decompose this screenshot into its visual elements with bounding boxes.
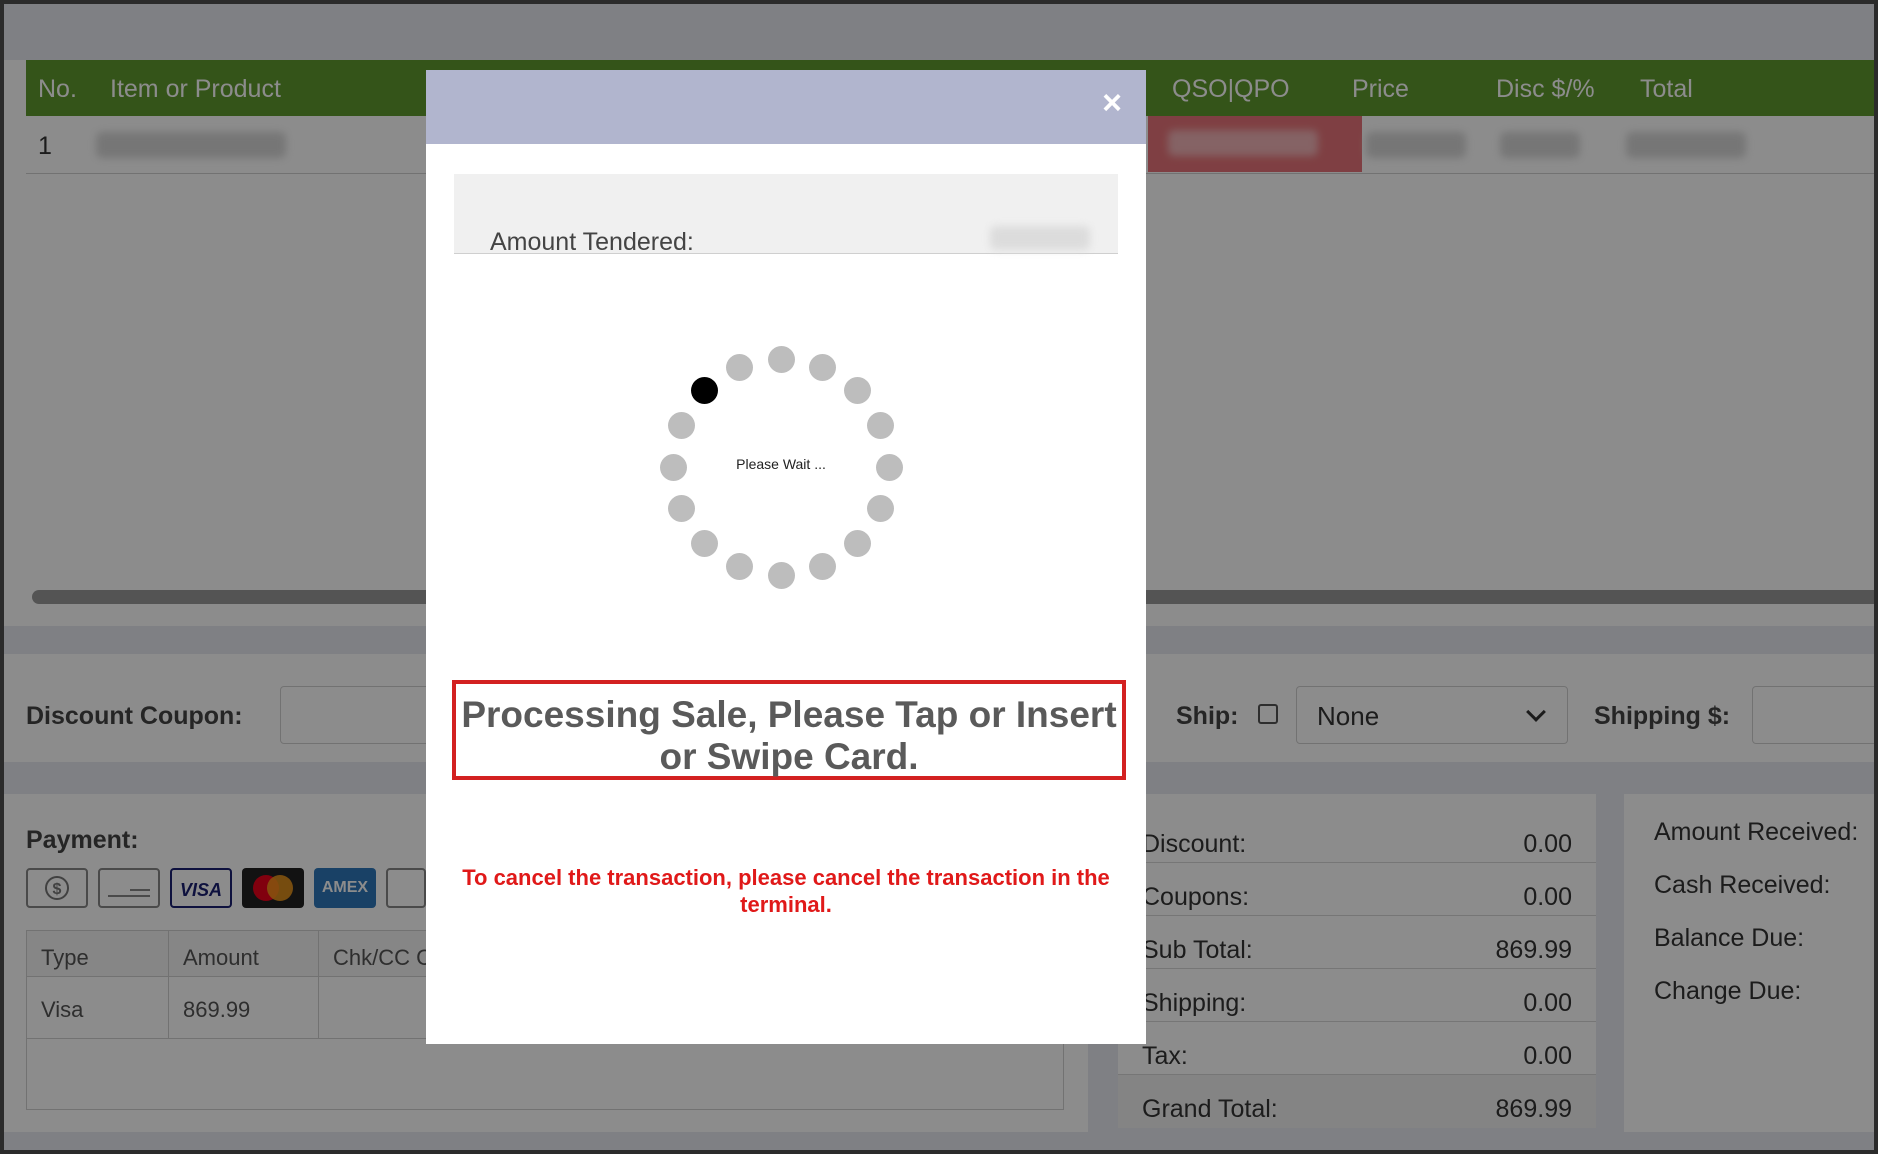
spinner-dot [808, 353, 836, 381]
cancel-note: To cancel the transaction, please cancel… [462, 865, 1110, 917]
spinner-dot [667, 494, 695, 522]
spinner-dot [767, 561, 795, 589]
amount-tendered-label: Amount Tendered: [490, 228, 694, 256]
amount-tendered-value-redacted [990, 226, 1090, 250]
loading-spinner: Please Wait ... [646, 332, 916, 602]
spinner-dot [875, 453, 903, 481]
spinner-dot [659, 453, 687, 481]
spinner-dot [867, 412, 895, 440]
close-icon[interactable]: × [1102, 86, 1122, 120]
modal-header: × [426, 70, 1146, 144]
spinner-dot [691, 529, 719, 557]
spinner-dot [867, 494, 895, 522]
spinner-dot [843, 377, 871, 405]
processing-message: Processing Sale, Please Tap or Insert or… [461, 694, 1117, 777]
spinner-dot [808, 553, 836, 581]
spinner-dot [843, 529, 871, 557]
spinner-dot [726, 553, 754, 581]
spinner-dot [767, 345, 795, 373]
spinner-dot [691, 377, 719, 405]
spinner-dot [726, 353, 754, 381]
amount-tendered-box: Amount Tendered: [454, 174, 1118, 256]
processing-modal: × Amount Tendered: Please Wait ... Proce… [426, 70, 1146, 1044]
processing-message-box: Processing Sale, Please Tap or Insert or… [452, 680, 1126, 780]
spinner-dot [667, 412, 695, 440]
app-window: No. Item or Product QSO|QPO Price Disc $… [0, 0, 1878, 1154]
